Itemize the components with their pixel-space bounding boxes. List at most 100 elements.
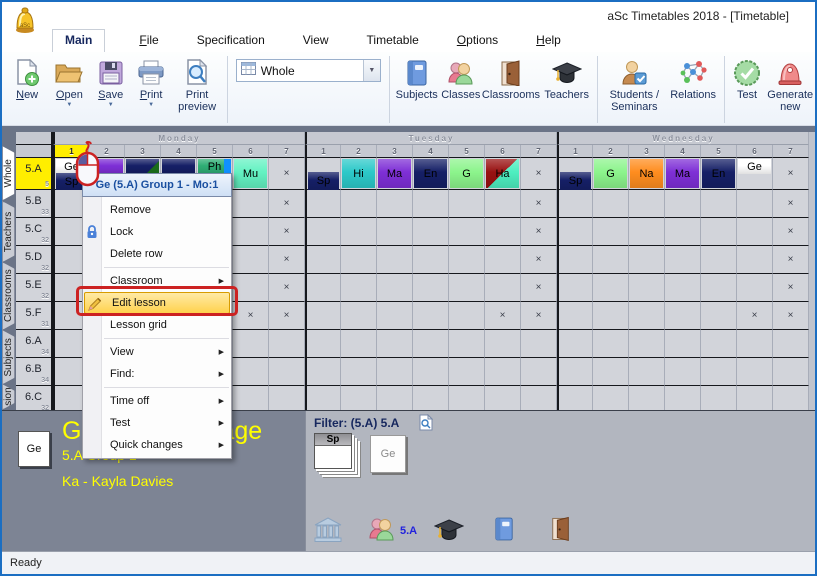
blocked-cell[interactable]: × — [773, 190, 809, 218]
row-label-5.D[interactable]: 5.D32 — [16, 246, 53, 274]
empty-cell[interactable] — [629, 246, 665, 274]
menu-item-options[interactable]: Options — [453, 30, 502, 52]
empty-cell[interactable] — [737, 274, 773, 302]
lesson-cell[interactable]: Sp — [305, 158, 341, 190]
empty-cell[interactable] — [449, 302, 485, 330]
blocked-cell[interactable]: × — [521, 302, 557, 330]
save-button[interactable]: Save ▼ — [91, 54, 131, 125]
row-label-5.A[interactable]: 5.A5 — [16, 158, 53, 190]
blocked-cell[interactable]: × — [485, 302, 521, 330]
empty-cell[interactable] — [557, 302, 593, 330]
empty-cell[interactable] — [233, 218, 269, 246]
empty-cell[interactable] — [629, 274, 665, 302]
empty-cell[interactable] — [557, 190, 593, 218]
period-header[interactable]: 3 — [629, 145, 665, 158]
empty-cell[interactable] — [449, 330, 485, 358]
empty-cell[interactable] — [485, 246, 521, 274]
context-menu-item-lock[interactable]: Lock — [83, 221, 231, 243]
teachers-button[interactable]: Teachers — [540, 54, 593, 125]
context-menu-item-time-off[interactable]: Time off▶ — [83, 390, 231, 412]
empty-cell[interactable] — [737, 358, 773, 386]
empty-cell[interactable] — [485, 386, 521, 410]
empty-cell[interactable] — [233, 386, 269, 410]
sidebar-tab-whole[interactable]: Whole — [2, 146, 15, 201]
empty-cell[interactable] — [377, 386, 413, 410]
empty-cell[interactable] — [593, 274, 629, 302]
period-header[interactable]: 7 — [773, 145, 809, 158]
classes-button[interactable]: Classes — [440, 54, 482, 125]
empty-cell[interactable] — [413, 302, 449, 330]
empty-cell[interactable] — [341, 386, 377, 410]
classrooms-button[interactable]: Classrooms — [482, 54, 540, 125]
empty-cell[interactable] — [341, 358, 377, 386]
row-label-6.C[interactable]: 6.C32 — [16, 386, 53, 410]
relations-button[interactable]: Relations — [666, 54, 719, 125]
view-select-combo[interactable]: Whole ▼ — [236, 59, 381, 82]
period-header[interactable]: 1 — [305, 145, 341, 158]
empty-cell[interactable] — [413, 218, 449, 246]
lesson-cell[interactable]: En — [701, 158, 737, 190]
sidebar-tab-subjects[interactable]: Subjects — [2, 330, 15, 385]
empty-cell[interactable] — [449, 274, 485, 302]
blocked-cell[interactable]: × — [269, 190, 305, 218]
empty-cell[interactable] — [737, 386, 773, 410]
blocked-cell[interactable]: × — [269, 246, 305, 274]
empty-cell[interactable] — [521, 386, 557, 410]
row-label-5.E[interactable]: 5.E32 — [16, 274, 53, 302]
context-menu-item-test[interactable]: Test▶ — [83, 412, 231, 434]
empty-cell[interactable] — [413, 190, 449, 218]
empty-cell[interactable] — [341, 190, 377, 218]
menu-item-file[interactable]: File — [135, 30, 162, 52]
test-button[interactable]: Test — [729, 54, 766, 125]
context-menu-item-view[interactable]: View▶ — [83, 341, 231, 363]
empty-cell[interactable] — [593, 302, 629, 330]
empty-cell[interactable] — [413, 330, 449, 358]
blocked-cell[interactable]: × — [269, 218, 305, 246]
empty-cell[interactable] — [737, 218, 773, 246]
empty-cell[interactable] — [485, 190, 521, 218]
empty-cell[interactable] — [341, 246, 377, 274]
empty-cell[interactable] — [449, 246, 485, 274]
blocked-cell[interactable]: × — [269, 302, 305, 330]
menu-item-main[interactable]: Main — [52, 29, 105, 52]
period-header[interactable]: 4 — [413, 145, 449, 158]
print-dropdown-caret[interactable]: ▼ — [148, 102, 154, 108]
menu-item-specification[interactable]: Specification — [193, 30, 269, 52]
row-label-6.B[interactable]: 6.B34 — [16, 358, 53, 386]
empty-cell[interactable] — [449, 218, 485, 246]
empty-cell[interactable] — [773, 330, 809, 358]
empty-cell[interactable] — [701, 246, 737, 274]
empty-cell[interactable] — [377, 274, 413, 302]
empty-cell[interactable] — [557, 330, 593, 358]
lesson-cell[interactable]: Mu — [233, 158, 269, 190]
blocked-cell[interactable]: × — [773, 246, 809, 274]
empty-cell[interactable] — [557, 386, 593, 410]
lesson-cell[interactable]: Ge — [737, 158, 773, 190]
empty-cell[interactable] — [701, 302, 737, 330]
row-label-6.A[interactable]: 6.A34 — [16, 330, 53, 358]
empty-cell[interactable] — [305, 218, 341, 246]
empty-cell[interactable] — [593, 358, 629, 386]
lesson-cell[interactable]: Ma — [377, 158, 413, 190]
period-header[interactable]: 5 — [449, 145, 485, 158]
empty-cell[interactable] — [629, 218, 665, 246]
empty-cell[interactable] — [665, 274, 701, 302]
row-label-5.B[interactable]: 5.B33 — [16, 190, 53, 218]
empty-cell[interactable] — [521, 330, 557, 358]
period-header[interactable]: 4 — [665, 145, 701, 158]
empty-cell[interactable] — [305, 358, 341, 386]
blocked-cell[interactable]: × — [773, 158, 809, 190]
blocked-cell[interactable]: × — [269, 158, 305, 190]
open-button[interactable]: Open ▼ — [48, 54, 90, 125]
empty-cell[interactable] — [701, 190, 737, 218]
classroom-door-icon[interactable] — [550, 516, 572, 546]
period-header[interactable]: 7 — [521, 145, 557, 158]
empty-cell[interactable] — [629, 302, 665, 330]
blocked-cell[interactable]: × — [233, 302, 269, 330]
menu-item-help[interactable]: Help — [532, 30, 565, 52]
blocked-cell[interactable]: × — [773, 302, 809, 330]
lesson-cell[interactable]: Ha — [485, 158, 521, 190]
empty-cell[interactable] — [377, 302, 413, 330]
period-header[interactable]: 1 — [557, 145, 593, 158]
card-stack[interactable]: Sp — [314, 433, 352, 469]
